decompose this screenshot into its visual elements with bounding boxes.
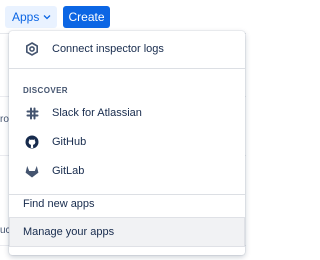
apps-menu: Connect inspector logs DISCOVER Slack fo…	[9, 31, 245, 255]
menu-item-connect-inspector-logs[interactable]: Connect inspector logs	[9, 34, 245, 64]
github-icon	[24, 134, 40, 150]
apps-dropdown-button[interactable]: Apps	[5, 6, 57, 28]
create-button[interactable]: Create	[63, 6, 110, 28]
gitlab-icon	[24, 163, 40, 179]
menu-item-label: GitHub	[52, 136, 87, 148]
menu-item-label: Slack for Atlassian	[52, 107, 142, 119]
slack-icon	[24, 105, 40, 121]
discover-section-title: DISCOVER	[23, 86, 68, 95]
gear-icon	[24, 41, 40, 57]
apps-button-label: Apps	[12, 10, 40, 24]
menu-item-gitlab[interactable]: GitLab	[9, 156, 245, 186]
background-text: ro	[0, 114, 9, 125]
menu-item-find-new-apps[interactable]: Find new apps	[9, 189, 245, 219]
menu-item-github[interactable]: GitHub	[9, 127, 245, 157]
menu-item-label: Manage your apps	[23, 226, 115, 238]
menu-separator	[9, 68, 245, 69]
top-navigation: Apps Create	[0, 0, 246, 34]
menu-item-slack-for-atlassian[interactable]: Slack for Atlassian	[9, 98, 245, 128]
menu-item-label: GitLab	[52, 165, 85, 177]
menu-item-label: Connect inspector logs	[52, 43, 164, 55]
chevron-down-icon	[43, 15, 51, 20]
menu-item-label: Find new apps	[23, 198, 95, 210]
menu-item-manage-your-apps[interactable]: Manage your apps	[9, 217, 245, 247]
